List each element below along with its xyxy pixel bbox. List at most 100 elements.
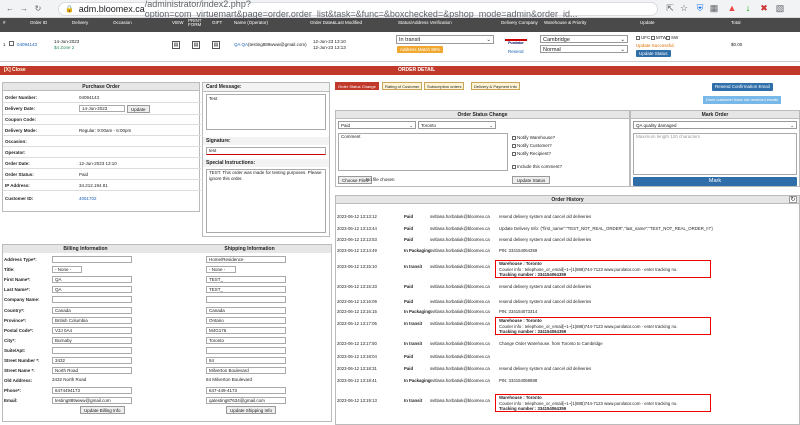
shipping-field[interactable]: Ontario [206, 316, 286, 324]
history-user: svitlana.horbatiuk@bloomex.ca [430, 354, 490, 359]
mark-reason-select[interactable]: QA quality damaged ⌄ [633, 121, 797, 129]
billing-field[interactable]: North Road [52, 367, 132, 375]
comment-textarea[interactable]: Comment [338, 133, 508, 171]
notify-warehouse-checkbox[interactable]: Notify Warehouse? [512, 135, 555, 140]
shipping-field[interactable]: - None - [206, 266, 236, 274]
history-user: svitlana.horbatiuk@bloomex.ca [430, 226, 490, 231]
purolator-logo: Purolator [505, 39, 527, 47]
history-user: svitlana.horbatiuk@bloomex.ca [430, 378, 490, 383]
shipping-field[interactable]: TEST_ [206, 276, 286, 284]
update-date-button[interactable]: Update [127, 105, 150, 113]
refresh-icon[interactable]: ↻ [789, 196, 797, 203]
billing-field[interactable] [52, 296, 132, 304]
priority-select[interactable]: Normal ⌄ [540, 45, 628, 53]
tab-order-status-change[interactable]: Order Status Change [335, 82, 379, 90]
row-checkbox[interactable] [9, 41, 14, 46]
flag-ufc[interactable]: UFC [636, 35, 650, 40]
update-shipping-button[interactable]: Update Shipping Info [226, 406, 277, 414]
col-view: VIEW [172, 20, 184, 25]
billing-field[interactable]: - None - [52, 266, 82, 274]
update-status-button[interactable]: Update Status [636, 50, 671, 57]
new-status-select[interactable]: Paid ⌄ [338, 121, 416, 129]
history-status: In transit [404, 341, 423, 346]
update-billing-button[interactable]: Update Billing Info [80, 406, 125, 414]
back-icon[interactable]: ← [4, 4, 16, 13]
warehouse-select[interactable]: Cambridge ⌄ [540, 35, 628, 43]
resend-link[interactable]: Resend [508, 49, 524, 54]
forward-icon[interactable]: → [18, 4, 30, 13]
reload-icon[interactable]: ↻ [32, 4, 44, 13]
history-user: svitlana.horbatiuk@bloomex.ca [430, 284, 490, 289]
profile-extension-icon[interactable]: ▲ [726, 3, 738, 13]
billing-field[interactable]: testing889www@gmail.com [52, 397, 132, 405]
billing-field[interactable] [52, 256, 132, 263]
flag-mtw[interactable]: MTW [651, 35, 667, 40]
shipping-field[interactable]: TEST_ [206, 286, 286, 294]
view-icon[interactable]: ▤ [172, 41, 180, 49]
purchase-order-panel: Purchase Order Order Number: 04094143 De… [2, 82, 201, 212]
history-date: 2023-06-12 13:18:31 [337, 366, 377, 371]
shipping-field[interactable] [206, 346, 286, 354]
billing-field[interactable]: British Columbia [52, 316, 132, 324]
history-status: In Packaging [404, 248, 431, 253]
shipping-field[interactable]: M4G176 [206, 326, 286, 334]
delivery-date-input[interactable]: 14-Jun-2023 [79, 105, 125, 112]
tab-rating[interactable]: Rating of Customer [382, 82, 423, 90]
billing-field[interactable] [52, 346, 132, 354]
billing-label: Address Type*: [4, 257, 37, 262]
billing-field[interactable]: V3J 0A4 [52, 326, 132, 334]
shipping-field[interactable]: Canada [206, 306, 286, 314]
shipping-field[interactable]: 647-449-4173 [206, 387, 286, 395]
status-select[interactable]: In transit ⌄ [396, 35, 494, 44]
flag-sw[interactable]: SW [666, 35, 678, 40]
puzzle-extension-icon[interactable]: ▦ [708, 3, 720, 14]
notify-recipient-checkbox[interactable]: Notify Recipient? [512, 151, 551, 156]
billing-field[interactable]: QA [52, 286, 132, 294]
delivery-mode: Regular: 9:00am - 6:00pm [79, 128, 132, 133]
notify-customer-checkbox[interactable]: Notify Customer? [512, 143, 552, 148]
shipping-field[interactable]: qatesting87634@gmail.com [206, 397, 286, 405]
signature-input[interactable]: test [206, 147, 326, 155]
print-icon[interactable]: ▤ [192, 41, 200, 49]
gift-icon[interactable]: ▤ [212, 41, 220, 49]
download-icon[interactable]: ↓ [742, 3, 754, 13]
address-bar[interactable]: 🔒 adm.bloomex.ca /administrator/index2.p… [58, 0, 658, 19]
include-comment-checkbox[interactable]: Include this comment? [512, 164, 562, 169]
browser-toolbar: ← → ↻ 🔒 adm.bloomex.ca /administrator/in… [0, 0, 800, 19]
shipping-field[interactable]: 84 [206, 357, 286, 364]
special-instructions-textarea[interactable]: TEST. This order was made for testing pu… [206, 169, 326, 233]
billing-field[interactable]: 6474494173 [52, 387, 132, 395]
billing-field[interactable]: 3432 [52, 357, 132, 364]
resend-confirmation-button[interactable]: Resend Confirmation Email [712, 83, 773, 91]
customer-name-link[interactable]: QA QA [234, 42, 248, 47]
billing-label: Country*: [4, 307, 25, 313]
mark-note-textarea[interactable]: Maximum length 120 characters [633, 133, 797, 175]
card-message-textarea[interactable]: Test [206, 94, 326, 130]
customer-id-link[interactable]: 4051702 [79, 196, 97, 201]
shield-extension-icon[interactable]: ⛨ [694, 3, 706, 14]
history-comment-line: Tracking number : 334154064359 [499, 272, 567, 277]
tab-delivery-payment[interactable]: Delivery & Payment Info [471, 82, 520, 90]
pin-extension-icon[interactable]: ✖ [758, 3, 770, 14]
billing-field[interactable]: QA [52, 276, 132, 284]
history-comment: resend delivery system and cancel old de… [499, 366, 592, 371]
shipping-field[interactable]: Toronto [206, 336, 286, 344]
mark-button[interactable]: Mark [633, 177, 797, 186]
bookmark-star-icon[interactable]: ☆ [678, 3, 690, 14]
billing-field[interactable]: Burnaby [52, 336, 132, 344]
shipping-field[interactable] [206, 296, 286, 304]
history-date: 2023-06-12 13:15:33 [337, 284, 377, 289]
col-warehouse: Warehouse & Priority [544, 20, 587, 25]
update-status-submit[interactable]: Update Status [512, 176, 550, 184]
shipping-field[interactable]: Home/Residence [206, 256, 286, 263]
sidebar-icon[interactable]: ▧ [774, 3, 786, 14]
city-select[interactable]: Toronto ⌄ [418, 121, 496, 129]
billing-field[interactable]: Canada [52, 306, 132, 314]
tab-subscription[interactable]: Subscription orders [424, 82, 465, 90]
shipping-field[interactable]: Milverton Boulevard [206, 367, 286, 375]
order-id-link[interactable]: 04094143 [17, 42, 37, 47]
order-date: 12-Jun-23 13:10 [313, 39, 346, 44]
share-icon[interactable]: ⇱ [664, 3, 676, 14]
not-received-emails-button[interactable]: Does customer have not received emails [703, 96, 782, 104]
close-detail-link[interactable]: [X] Close [4, 67, 26, 73]
